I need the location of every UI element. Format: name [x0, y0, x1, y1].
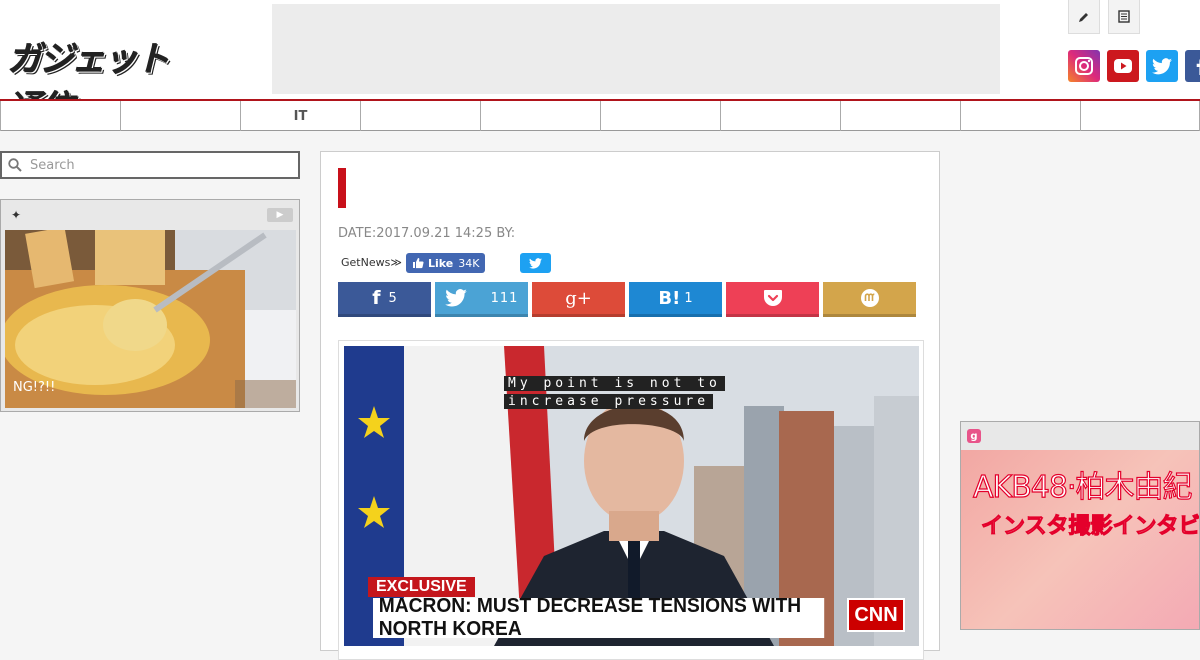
share-facebook-button[interactable]: f 5	[338, 282, 431, 317]
title-accent-bar	[338, 168, 346, 208]
nav-item[interactable]	[840, 101, 960, 131]
article-photo[interactable]: My point is not to increase pressure EXC…	[344, 346, 919, 646]
widget-header: ✦ ▶	[1, 200, 299, 230]
document-button[interactable]	[1108, 0, 1140, 34]
widget-caption: NG!?!!	[13, 380, 56, 395]
subtitle-line-2: increase pressure	[504, 394, 714, 409]
twitter-link[interactable]	[1146, 50, 1178, 82]
tweet-button[interactable]	[520, 253, 551, 273]
share-count: 1	[684, 290, 693, 306]
article-image-frame: My point is not to increase pressure EXC…	[338, 340, 924, 660]
hatena-icon: B!	[658, 287, 681, 309]
nav-item[interactable]	[120, 101, 240, 131]
sparkle-icon: ✦	[11, 208, 22, 222]
nav-item-it[interactable]: IT	[240, 101, 360, 131]
search-input[interactable]	[30, 157, 280, 173]
twitter-icon	[1152, 57, 1172, 74]
fb-like-label: Like	[428, 256, 454, 270]
nav-item[interactable]	[360, 101, 480, 131]
exclusive-badge: EXCLUSIVE	[368, 577, 475, 597]
article-meta: DATE:2017.09.21 14:25 BY:	[338, 226, 516, 241]
news-chyron: MACRON: MUST DECREASE TENSIONS WITH NORT…	[373, 595, 825, 640]
site-logo[interactable]: ガジェット通信	[8, 32, 188, 129]
fb-like-button[interactable]: Like 34K	[406, 253, 485, 273]
share-count: 111	[490, 290, 519, 306]
network-logo: CNN	[847, 598, 905, 632]
youtube-icon	[1114, 59, 1132, 73]
share-googleplus-button[interactable]: g+	[532, 282, 625, 317]
thumbs-up-icon	[413, 258, 424, 269]
nav-item[interactable]	[720, 101, 840, 131]
article-card: DATE:2017.09.21 14:25 BY: GetNews≫ Like …	[320, 151, 940, 660]
facebook-link[interactable]	[1185, 50, 1200, 82]
nav-item[interactable]	[1080, 101, 1200, 131]
nav-item[interactable]	[480, 101, 600, 131]
getnews-link[interactable]: GetNews≫	[341, 256, 402, 269]
header-ad-banner[interactable]	[272, 4, 1000, 94]
fb-like-count: 34K	[458, 256, 480, 270]
promo-headline: AKB48·柏木由紀	[972, 469, 1193, 505]
twitter-icon	[529, 257, 542, 269]
subtitle-line-1: My point is not to	[504, 376, 725, 391]
category-nav: IT	[0, 99, 1200, 131]
instagram-icon	[1075, 57, 1093, 75]
nav-item[interactable]	[600, 101, 720, 131]
play-icon[interactable]: ▶	[267, 208, 293, 222]
instagram-link[interactable]	[1068, 50, 1100, 82]
twitter-icon	[444, 289, 467, 307]
facebook-icon: f	[372, 287, 381, 309]
share-count: 5	[388, 290, 397, 306]
youtube-link[interactable]	[1107, 50, 1139, 82]
nav-item[interactable]	[960, 101, 1080, 131]
share-pocket-button[interactable]	[726, 282, 819, 317]
facebook-icon	[1196, 58, 1200, 75]
share-buttons: f 5 111 g+ B! 1	[338, 282, 920, 317]
sidebar-video-widget[interactable]: ✦ ▶ NG!?!!	[0, 199, 300, 412]
search-box	[0, 151, 300, 179]
googleplus-icon: g+	[565, 287, 592, 309]
pocket-icon	[763, 290, 782, 306]
promo-subline: インスタ撮影インタビ	[981, 514, 1200, 540]
share-twitter-button[interactable]: 111	[435, 282, 528, 317]
widget-brand-icon: g	[967, 429, 981, 443]
document-icon	[1118, 10, 1130, 23]
right-sidebar-widget[interactable]: g AKB48·柏木由紀 インスタ撮影インタビ	[960, 421, 1200, 630]
site-header: ガジェット通信	[0, 0, 1200, 129]
share-mixi-button[interactable]	[823, 282, 916, 317]
nav-item[interactable]	[0, 101, 120, 131]
search-icon	[8, 158, 22, 172]
pencil-button[interactable]	[1068, 0, 1100, 34]
share-hatena-button[interactable]: B! 1	[629, 282, 722, 317]
widget-promo-image[interactable]: AKB48·柏木由紀 インスタ撮影インタビ	[961, 450, 1200, 629]
mixi-icon	[860, 289, 879, 307]
pencil-icon	[1079, 12, 1088, 22]
